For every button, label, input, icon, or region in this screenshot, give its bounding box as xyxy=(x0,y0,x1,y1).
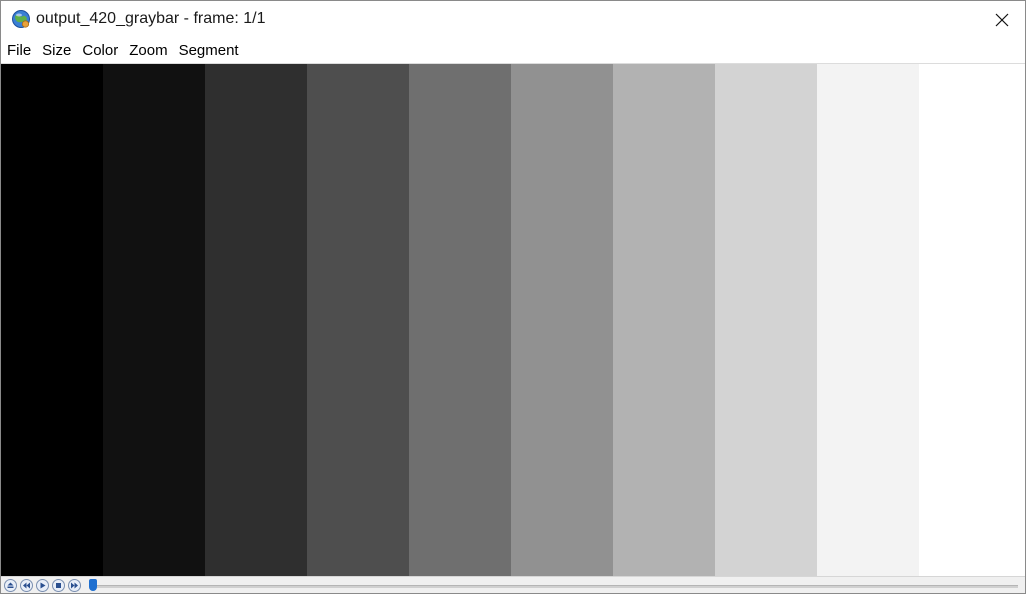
gray-bar xyxy=(919,64,1025,576)
frame-slider-track[interactable] xyxy=(93,585,1018,588)
menu-segment[interactable]: Segment xyxy=(173,38,244,63)
frame-slider-thumb[interactable] xyxy=(89,579,97,591)
gray-bar xyxy=(613,64,715,576)
title-bar: output_420_graybar - frame: 1/1 xyxy=(1,1,1025,38)
close-button[interactable] xyxy=(979,1,1025,38)
globe-app-icon xyxy=(11,9,31,29)
rewind-icon[interactable] xyxy=(20,579,33,592)
menu-size[interactable]: Size xyxy=(36,38,76,63)
gray-bar xyxy=(307,64,409,576)
gray-bar xyxy=(817,64,919,576)
window-title: output_420_graybar - frame: 1/1 xyxy=(36,10,266,27)
gray-bar xyxy=(103,64,205,576)
gray-bar xyxy=(511,64,613,576)
gray-bar xyxy=(409,64,511,576)
gray-bar xyxy=(715,64,817,576)
menu-zoom[interactable]: Zoom xyxy=(123,38,172,63)
gray-bar xyxy=(1,64,103,576)
menu-color[interactable]: Color xyxy=(76,38,123,63)
eject-icon[interactable] xyxy=(4,579,17,592)
fast-forward-icon[interactable] xyxy=(68,579,81,592)
playback-bar xyxy=(1,576,1025,593)
gray-bar xyxy=(205,64,307,576)
image-canvas xyxy=(1,63,1025,576)
menu-bar: File Size Color Zoom Segment xyxy=(1,38,1025,63)
viewer-window: output_420_graybar - frame: 1/1 File Siz… xyxy=(0,0,1026,594)
menu-file[interactable]: File xyxy=(1,38,36,63)
close-icon xyxy=(995,13,1009,26)
stop-icon[interactable] xyxy=(52,579,65,592)
play-icon[interactable] xyxy=(36,579,49,592)
